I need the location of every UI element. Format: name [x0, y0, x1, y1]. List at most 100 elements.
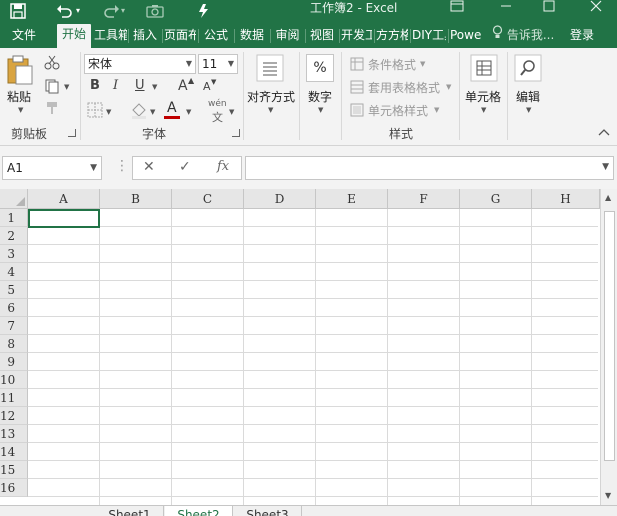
row-header-16[interactable]: 16: [0, 479, 28, 497]
editing-icon[interactable]: [514, 54, 542, 86]
tab-toolbox[interactable]: 工具箱: [94, 25, 127, 48]
underline-button[interactable]: U: [135, 78, 145, 93]
format-painter-icon[interactable]: [44, 100, 60, 120]
tab-data[interactable]: 数据: [236, 25, 268, 48]
row-header-2[interactable]: 2: [0, 227, 28, 245]
cell-styles-dropdown-icon[interactable]: ▼: [434, 106, 439, 114]
number-button-label[interactable]: 数字: [308, 88, 332, 105]
camera-icon[interactable]: [146, 0, 164, 22]
bold-button[interactable]: B: [90, 78, 100, 93]
row-header-5[interactable]: 5: [0, 281, 28, 299]
name-box[interactable]: A1 ▼: [2, 156, 102, 180]
tab-file[interactable]: 文件: [2, 25, 46, 48]
paste-button-label[interactable]: 粘贴: [7, 88, 31, 105]
tab-formulas[interactable]: 公式: [200, 25, 232, 48]
redo-dropdown-icon[interactable]: ▾: [121, 0, 125, 22]
conditional-dropdown-icon[interactable]: ▼: [420, 60, 425, 68]
ribbon-display-icon[interactable]: [450, 0, 464, 15]
cut-icon[interactable]: [44, 54, 60, 74]
scroll-down-icon[interactable]: ▼: [605, 491, 611, 500]
shrink-font-button[interactable]: A: [203, 80, 211, 93]
expand-formula-icon[interactable]: ▼: [602, 162, 609, 172]
scroll-up-icon[interactable]: ▲: [605, 193, 611, 202]
formula-input[interactable]: ▼: [245, 156, 614, 180]
cell-area[interactable]: [28, 209, 604, 505]
border-dropdown-icon[interactable]: ▼: [106, 108, 111, 116]
font-dialog-launcher[interactable]: [232, 129, 240, 137]
row-header-11[interactable]: 11: [0, 389, 28, 407]
row-header-4[interactable]: 4: [0, 263, 28, 281]
tab-insert[interactable]: 插入: [130, 25, 160, 48]
number-dropdown-icon[interactable]: ▼: [318, 106, 323, 114]
scroll-thumb[interactable]: [604, 211, 615, 461]
row-header-1[interactable]: 1: [0, 209, 28, 227]
row-header-7[interactable]: 7: [0, 317, 28, 335]
column-header-e[interactable]: E: [316, 189, 388, 209]
close-icon[interactable]: [590, 0, 602, 15]
redo-icon[interactable]: [104, 0, 120, 22]
table-format-dropdown-icon[interactable]: ▼: [446, 83, 451, 91]
tell-me-search[interactable]: 告诉我...: [492, 25, 554, 46]
font-size-combo[interactable]: 11 ▼: [198, 54, 238, 74]
enter-icon[interactable]: ✓: [179, 159, 191, 175]
sheet-tab-sheet3[interactable]: Sheet3: [234, 506, 302, 516]
minimize-icon[interactable]: [500, 0, 512, 15]
tab-developer[interactable]: 开发工具: [341, 25, 372, 48]
cells-icon[interactable]: [470, 54, 498, 86]
tab-page-layout[interactable]: 页面布局: [164, 25, 196, 48]
tab-view[interactable]: 视图: [307, 25, 337, 48]
copy-dropdown-icon[interactable]: ▼: [64, 83, 69, 91]
row-header-6[interactable]: 6: [0, 299, 28, 317]
cell-styles-button[interactable]: 单元格样式: [368, 102, 428, 119]
maximize-icon[interactable]: [543, 0, 555, 15]
column-header-g[interactable]: G: [460, 189, 532, 209]
clipboard-dialog-launcher[interactable]: [68, 129, 76, 137]
row-header-9[interactable]: 9: [0, 353, 28, 371]
editing-dropdown-icon[interactable]: ▼: [526, 106, 531, 114]
copy-icon[interactable]: [44, 78, 60, 98]
grow-font-button[interactable]: A: [178, 78, 188, 94]
login-link[interactable]: 登录: [570, 25, 594, 46]
chevron-down-icon[interactable]: ▼: [228, 55, 234, 73]
column-header-f[interactable]: F: [388, 189, 460, 209]
alignment-dropdown-icon[interactable]: ▼: [268, 106, 273, 114]
row-header-13[interactable]: 13: [0, 425, 28, 443]
cells-dropdown-icon[interactable]: ▼: [481, 106, 486, 114]
conditional-format-button[interactable]: 条件格式: [368, 56, 416, 73]
row-header-15[interactable]: 15: [0, 461, 28, 479]
sheet-tab-sheet1[interactable]: Sheet1: [96, 506, 164, 516]
select-all-button[interactable]: [0, 189, 28, 209]
underline-dropdown-icon[interactable]: ▼: [152, 83, 157, 91]
font-color-dropdown-icon[interactable]: ▼: [186, 108, 191, 116]
editing-button-label[interactable]: 编辑: [516, 88, 540, 105]
font-name-combo[interactable]: 宋体 ▼: [84, 54, 196, 74]
phonetic-pinyin[interactable]: wén: [208, 99, 227, 109]
font-color-button[interactable]: A: [167, 100, 177, 116]
column-header-b[interactable]: B: [100, 189, 172, 209]
column-header-c[interactable]: C: [172, 189, 244, 209]
number-format-button[interactable]: %: [306, 54, 334, 82]
cancel-icon[interactable]: ✕: [143, 159, 155, 175]
save-icon[interactable]: [10, 0, 26, 22]
undo-dropdown-icon[interactable]: ▾: [76, 0, 80, 22]
paste-icon[interactable]: [6, 54, 34, 90]
tab-fangfang[interactable]: 方方格子: [376, 25, 408, 48]
row-header-12[interactable]: 12: [0, 407, 28, 425]
alignment-icon[interactable]: [256, 54, 284, 86]
alignment-button-label[interactable]: 对齐方式: [247, 88, 295, 105]
fill-color-dropdown-icon[interactable]: ▼: [150, 108, 155, 116]
fill-color-icon[interactable]: [130, 101, 148, 123]
touch-mode-icon[interactable]: [196, 0, 210, 22]
tab-review[interactable]: 审阅: [272, 25, 303, 48]
column-header-h[interactable]: H: [532, 189, 600, 209]
active-cell-a1[interactable]: [28, 209, 100, 228]
border-icon[interactable]: [87, 102, 103, 122]
paste-dropdown-icon[interactable]: ▼: [18, 106, 23, 114]
vertical-scrollbar[interactable]: ▲ ▼: [600, 189, 617, 505]
row-header-10[interactable]: 10: [0, 371, 28, 389]
insert-function-icon[interactable]: fx: [217, 159, 229, 174]
italic-button[interactable]: I: [113, 78, 118, 93]
collapse-ribbon-icon[interactable]: [598, 128, 610, 139]
column-header-a[interactable]: A: [28, 189, 100, 209]
tab-home[interactable]: 开始: [57, 24, 91, 48]
